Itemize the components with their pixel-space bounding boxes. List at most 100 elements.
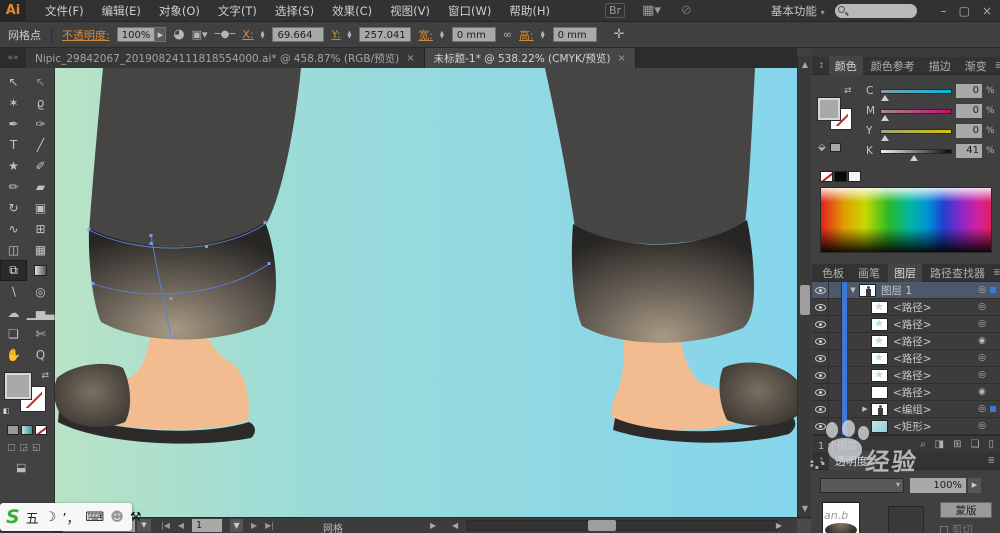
night-mode-icon[interactable]: ☽	[45, 510, 57, 525]
visibility-toggle[interactable]	[812, 298, 829, 316]
width-stepper[interactable]: ▲ ▼	[440, 30, 444, 39]
menu-item[interactable]: 编辑(E)	[93, 0, 150, 22]
recolor-artwork-icon[interactable]: ◕	[173, 27, 184, 42]
target-circle-icon[interactable]: ◉	[974, 336, 990, 346]
layer-thumbnail[interactable]	[871, 334, 888, 348]
channel-value-field[interactable]: 41	[956, 144, 982, 158]
wubi-mode-indicator[interactable]: 五	[26, 508, 39, 527]
layer-row[interactable]: ▼ 图层 1 ◎	[812, 281, 1000, 299]
menu-item[interactable]: 文字(T)	[209, 0, 266, 22]
select-similar-icon[interactable]: ▣▾	[192, 28, 208, 41]
menu-item[interactable]: 窗口(W)	[439, 0, 500, 22]
layer-row[interactable]: <路径> ◉	[812, 332, 1000, 350]
none-swatch[interactable]	[820, 171, 833, 182]
visibility-toggle[interactable]	[812, 332, 829, 350]
column-graph-tool[interactable]: ▁▅▃	[27, 302, 55, 323]
scroll-right-icon[interactable]: ▶	[776, 521, 782, 530]
free-transform-tool[interactable]: ▣	[27, 197, 54, 218]
panel-menu-icon[interactable]: ≣	[993, 268, 1000, 278]
draw-inside-icon[interactable]: ◱	[32, 443, 41, 453]
target-circle-icon[interactable]: ◎	[974, 319, 990, 329]
layer-row[interactable]: <矩形> ◎	[812, 417, 1000, 435]
swap-fill-stroke-icon[interactable]: ⇄	[844, 86, 852, 96]
last-artboard-icon[interactable]: ▶|	[265, 519, 274, 532]
perspective-grid-tool[interactable]: ⊞	[27, 218, 54, 239]
channel-value-field[interactable]: 0	[956, 104, 982, 118]
toolbox-icon[interactable]: ⚒	[130, 510, 142, 525]
y-stepper[interactable]: ▲ ▼	[347, 30, 351, 39]
selection-badge[interactable]	[990, 299, 1000, 316]
arrange-documents-icon[interactable]: ▦▾	[639, 3, 664, 18]
blend-tool[interactable]: ◎	[27, 281, 54, 302]
hand-tool[interactable]: ✋	[0, 344, 27, 365]
visibility-toggle[interactable]	[812, 417, 829, 435]
tab-pathfinder[interactable]: 路径查找器	[924, 263, 991, 283]
draw-normal-icon[interactable]: ▢	[7, 443, 16, 453]
selection-badge[interactable]	[990, 418, 1000, 435]
first-artboard-icon[interactable]: |◀	[161, 519, 170, 532]
free-distort-icon[interactable]: ✛	[614, 27, 625, 42]
artboard-dropdown-icon[interactable]: ▼	[230, 519, 244, 532]
target-circle-icon[interactable]: ◎	[974, 285, 990, 295]
layer-thumbnail[interactable]	[871, 317, 888, 331]
target-circle-icon[interactable]: ◉	[974, 387, 990, 397]
scroll-down-icon[interactable]: ▼	[798, 502, 812, 515]
new-layer-icon[interactable]: ❏	[971, 439, 980, 450]
target-circle-icon[interactable]: ◎	[974, 302, 990, 312]
pencil-tool[interactable]: ✏	[0, 176, 27, 197]
height-field[interactable]: 0 mm	[552, 27, 597, 42]
toolbar-collapse-icon[interactable]: ««	[0, 53, 26, 68]
target-circle-icon[interactable]: ◎	[974, 353, 990, 363]
shape-builder-tool[interactable]: ◫	[0, 239, 27, 260]
paint-gradient-button[interactable]	[21, 425, 33, 435]
channel-value-field[interactable]: 0	[956, 124, 982, 138]
gradient-tool[interactable]	[27, 260, 54, 281]
tab-layers[interactable]: 图层	[888, 262, 922, 283]
visibility-toggle[interactable]	[812, 400, 829, 418]
visibility-toggle[interactable]	[812, 349, 829, 367]
object-thumbnail[interactable]: an.b	[822, 502, 860, 533]
rotate-tool[interactable]: ↻	[0, 197, 27, 218]
sogou-ime-bar[interactable]: S 五 ☽ ’， ⌨ ☻ ⚒	[0, 503, 141, 531]
expand-arrow-icon[interactable]: ▶	[859, 405, 871, 413]
selection-badge[interactable]	[990, 350, 1000, 367]
canvas-area[interactable]	[55, 68, 797, 517]
lock-toggle[interactable]	[829, 332, 842, 350]
layer-thumbnail[interactable]	[871, 368, 888, 382]
panel-menu-icon[interactable]: ≣	[995, 61, 1000, 71]
make-clipping-mask-icon[interactable]: ◨	[935, 439, 944, 450]
menu-item[interactable]: 视图(V)	[381, 0, 439, 22]
lock-toggle[interactable]	[829, 400, 842, 418]
next-artboard-icon[interactable]: ▶	[251, 519, 257, 532]
tab-gradient[interactable]: 渐变	[959, 56, 993, 76]
target-circle-icon[interactable]: ◎	[974, 421, 990, 431]
selection-badge[interactable]	[990, 384, 1000, 401]
opacity-field[interactable]: 100%	[116, 27, 156, 42]
paint-color-button[interactable]	[7, 425, 19, 435]
blend-mode-dropdown[interactable]	[820, 478, 904, 493]
close-button[interactable]: ×	[982, 4, 992, 18]
swap-fill-stroke-icon[interactable]: ⇄	[41, 371, 49, 381]
lock-toggle[interactable]	[829, 349, 842, 367]
lock-toggle[interactable]	[829, 417, 842, 435]
selection-badge[interactable]	[990, 401, 1000, 418]
lasso-tool[interactable]: ϱ	[27, 92, 54, 113]
visibility-toggle[interactable]	[812, 315, 829, 333]
x-field[interactable]: 69.664	[272, 27, 325, 42]
document-tab-untitled[interactable]: 未标题-1* @ 538.22% (CMYK/预览) ×	[424, 48, 636, 68]
lock-toggle[interactable]	[829, 298, 842, 316]
magic-wand-tool[interactable]: ✶	[0, 92, 27, 113]
workspace-switcher[interactable]: 基本功能 ▾	[771, 3, 825, 19]
layer-thumbnail[interactable]	[871, 300, 888, 314]
out-of-gamut-icon[interactable]: ⬙	[818, 142, 862, 153]
vertical-scroll-thumb[interactable]	[800, 285, 810, 315]
layer-row[interactable]: <路径> ◎	[812, 349, 1000, 367]
layer-thumbnail[interactable]	[871, 419, 888, 433]
layer-thumbnail[interactable]	[871, 402, 888, 416]
layer-name[interactable]: <路径>	[893, 368, 974, 383]
constrain-proportions-icon[interactable]: ∞	[503, 28, 512, 41]
type-tool[interactable]: T	[0, 134, 27, 155]
visibility-toggle[interactable]	[812, 383, 829, 401]
direct-selection-tool[interactable]: ↖	[27, 71, 54, 92]
paint-none-button[interactable]	[35, 425, 47, 435]
